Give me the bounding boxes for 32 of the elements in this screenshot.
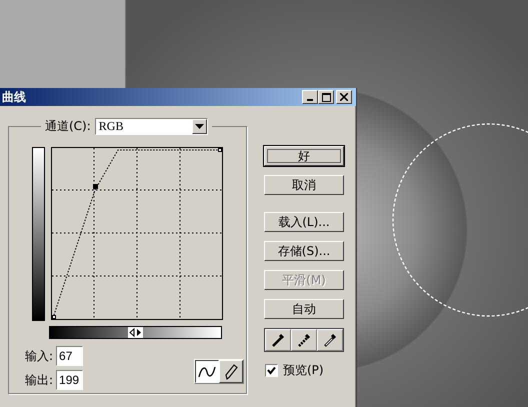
channel-dropdown[interactable]: RGB	[94, 118, 208, 135]
pencil-icon	[224, 364, 238, 380]
dialog-button[interactable]: 存储(S)...	[264, 241, 344, 261]
close-icon	[340, 93, 348, 101]
gradient-toggle-icon[interactable]	[128, 327, 143, 338]
eyedropper-icon	[270, 332, 286, 348]
dialog-button[interactable]: 自动	[264, 299, 344, 319]
pencil-tool-button[interactable]	[219, 360, 243, 383]
preview-label: 预览(P)	[283, 362, 324, 379]
eyedropper-icon	[296, 332, 312, 348]
output-label: 输出:	[25, 372, 54, 388]
eyedropper-icon	[322, 332, 338, 348]
preview-checkbox[interactable]	[265, 364, 278, 377]
curve-icon	[198, 364, 216, 378]
maximize-button[interactable]	[318, 90, 334, 104]
input-label: 输入:	[25, 348, 54, 364]
curve-tool-button[interactable]	[195, 360, 219, 383]
curve-graph[interactable]	[51, 147, 223, 320]
dialog-button[interactable]: 取消	[264, 175, 344, 195]
minimize-button[interactable]	[302, 90, 318, 104]
output-field[interactable]: 199	[56, 370, 84, 390]
shadow-eyedropper-button[interactable]	[265, 329, 291, 351]
window-title: 曲线	[2, 88, 26, 106]
midtone-eyedropper-button[interactable]	[291, 329, 317, 351]
maximize-icon	[322, 92, 330, 102]
channel-label: 通道(C):	[45, 118, 91, 135]
highlight-eyedropper-button[interactable]	[317, 329, 343, 351]
dialog-button[interactable]: 好	[264, 146, 344, 166]
input-field[interactable]: 67	[56, 346, 84, 366]
close-button[interactable]	[336, 90, 352, 104]
dialog-button[interactable]: 载入(L)...	[264, 212, 344, 232]
dropdown-arrow-icon	[194, 124, 204, 129]
